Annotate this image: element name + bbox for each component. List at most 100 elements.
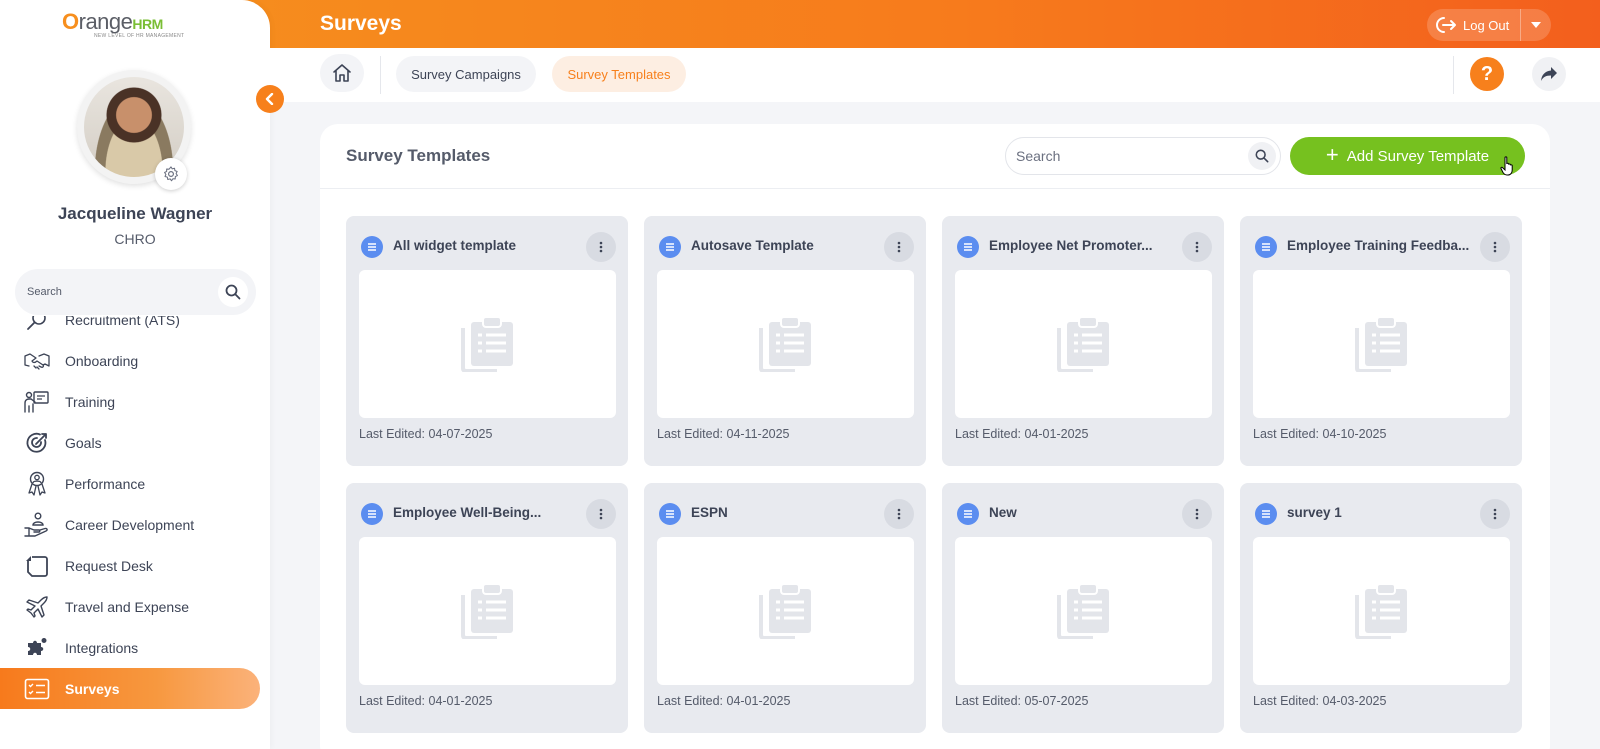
sidebar-item-career-development[interactable]: Career Development	[0, 504, 260, 545]
sidebar-item-surveys[interactable]: Surveys	[0, 668, 260, 709]
list-icon	[659, 503, 681, 525]
sidebar-item-training[interactable]: Training	[0, 381, 260, 422]
panel-header: Survey Templates + Add Survey Template	[320, 124, 1550, 189]
sidebar-item-label: Travel and Expense	[65, 598, 189, 615]
template-card[interactable]: ESPN Last Edited: 04-01-2025	[644, 483, 926, 733]
user-menu-dropdown[interactable]	[1521, 9, 1551, 41]
divider	[380, 56, 381, 94]
performance-icon	[24, 471, 50, 497]
template-card[interactable]: Employee Well-Being... Last Edited: 04-0…	[346, 483, 628, 733]
sidebar-item-label: Goals	[65, 434, 102, 451]
sidebar-item-label: Request Desk	[65, 557, 153, 574]
divider	[1453, 56, 1454, 94]
sidebar-collapse-button[interactable]	[256, 85, 284, 113]
logout-icon	[1436, 17, 1456, 33]
panel-title: Survey Templates	[346, 146, 491, 165]
sidebar-item-onboarding[interactable]: Onboarding	[0, 340, 260, 381]
orangehrm-logo[interactable]: OrangeHRM NEW LEVEL OF HR MANAGEMENT	[62, 9, 212, 43]
page-title: Surveys	[320, 12, 402, 35]
caret-down-icon	[1531, 22, 1541, 28]
template-title: New	[989, 505, 1017, 520]
sidebar-item-travel-and-expense[interactable]: Travel and Expense	[0, 586, 260, 627]
last-edited-date: Last Edited: 04-01-2025	[955, 427, 1089, 441]
recruitment-icon	[24, 316, 50, 333]
kebab-menu-button[interactable]	[1480, 499, 1510, 529]
kebab-menu-button[interactable]	[1182, 499, 1212, 529]
template-card[interactable]: Employee Net Promoter... Last Edited: 04…	[942, 216, 1224, 466]
survey-templates-panel: Survey Templates + Add Survey Template A…	[320, 124, 1550, 749]
sidebar-search	[15, 269, 256, 315]
kebab-menu-button[interactable]	[884, 232, 914, 262]
sidebar-search-button[interactable]	[218, 277, 248, 307]
kebab-menu-button[interactable]	[1182, 232, 1212, 262]
sidebar-item-integrations[interactable]: Integrations	[0, 627, 260, 668]
home-button[interactable]	[320, 54, 364, 92]
kebab-menu-button[interactable]	[586, 232, 616, 262]
template-preview	[359, 537, 616, 685]
clipboard-icon	[758, 316, 811, 372]
sidebar-search-input[interactable]	[27, 269, 207, 315]
template-preview	[359, 270, 616, 418]
list-icon	[957, 236, 979, 258]
kebab-menu-button[interactable]	[1480, 232, 1510, 262]
sidebar-item-label: Recruitment (ATS)	[65, 316, 180, 328]
template-card[interactable]: New Last Edited: 05-07-2025	[942, 483, 1224, 733]
sidebar-item-recruitment[interactable]: Recruitment (ATS)	[0, 316, 260, 340]
more-vertical-icon	[897, 508, 901, 520]
tab-survey-templates[interactable]: Survey Templates	[552, 56, 686, 92]
template-title: Employee Well-Being...	[393, 505, 542, 520]
help-button[interactable]: ?	[1470, 57, 1504, 91]
share-button[interactable]	[1532, 57, 1566, 91]
goals-icon	[24, 430, 50, 456]
template-card[interactable]: Employee Training Feedba... Last Edited:…	[1240, 216, 1522, 466]
last-edited-date: Last Edited: 04-01-2025	[657, 694, 791, 708]
last-edited-date: Last Edited: 05-07-2025	[955, 694, 1089, 708]
sidebar-nav: Recruitment (ATS) Onboarding Training Go…	[0, 316, 270, 749]
template-title: survey 1	[1287, 505, 1342, 520]
tab-survey-campaigns[interactable]: Survey Campaigns	[396, 56, 536, 92]
template-card[interactable]: All widget template Last Edited: 04-07-2…	[346, 216, 628, 466]
add-button-label: Add Survey Template	[1346, 147, 1490, 165]
template-title: All widget template	[393, 238, 517, 253]
kebab-menu-button[interactable]	[884, 499, 914, 529]
more-vertical-icon	[599, 241, 603, 253]
clipboard-icon	[460, 316, 513, 372]
clipboard-icon	[1056, 583, 1109, 639]
sidebar-item-label: Performance	[65, 475, 146, 492]
sidebar-item-label: Training	[65, 393, 116, 410]
chevron-left-icon	[265, 93, 274, 105]
template-search-button[interactable]	[1248, 142, 1276, 170]
clipboard-icon	[1354, 583, 1407, 639]
share-arrow-icon	[1541, 67, 1557, 81]
clipboard-icon	[460, 583, 513, 639]
sidebar-item-label: Onboarding	[65, 352, 139, 369]
template-preview	[1253, 537, 1510, 685]
template-card[interactable]: Autosave Template Last Edited: 04-11-202…	[644, 216, 926, 466]
logout-button[interactable]: Log Out	[1427, 9, 1520, 41]
list-icon	[1255, 503, 1277, 525]
training-icon	[24, 389, 50, 415]
list-icon	[1255, 236, 1277, 258]
hand-cursor-icon	[1500, 156, 1513, 176]
list-icon	[957, 503, 979, 525]
sidebar-item-label: Surveys	[65, 680, 120, 697]
template-search	[1005, 137, 1281, 175]
sidebar-item-label: Career Development	[65, 516, 195, 533]
template-preview	[1253, 270, 1510, 418]
sidebar-item-goals[interactable]: Goals	[0, 422, 260, 463]
last-edited-date: Last Edited: 04-11-2025	[657, 427, 790, 441]
kebab-menu-button[interactable]	[586, 499, 616, 529]
sidebar-item-request-desk[interactable]: Request Desk	[0, 545, 260, 586]
user-name: Jacqueline Wagner	[57, 204, 213, 223]
profile-settings-button[interactable]	[155, 158, 187, 190]
template-card[interactable]: survey 1 Last Edited: 04-03-2025	[1240, 483, 1522, 733]
sidebar-item-performance[interactable]: Performance	[0, 463, 260, 504]
last-edited-date: Last Edited: 04-10-2025	[1253, 427, 1387, 441]
template-preview	[955, 270, 1212, 418]
logo-wordmark: OrangeHRM	[62, 9, 163, 34]
request-desk-icon	[24, 553, 50, 579]
more-vertical-icon	[1195, 508, 1199, 520]
template-search-input[interactable]	[1016, 138, 1236, 174]
add-survey-template-button[interactable]: + Add Survey Template	[1290, 137, 1525, 175]
plus-icon: +	[1325, 142, 1339, 167]
